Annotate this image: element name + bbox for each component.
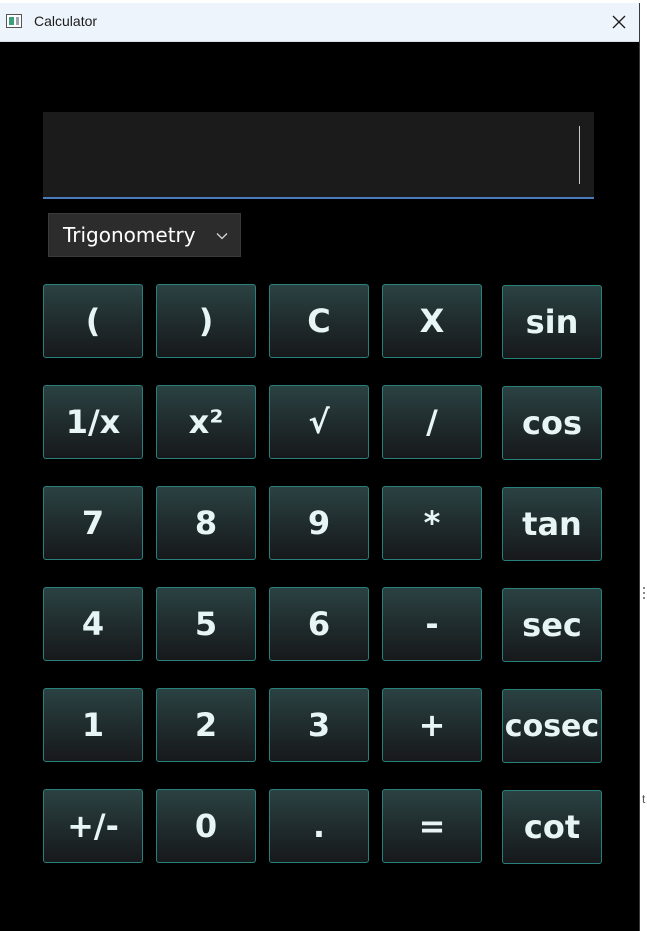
square-button[interactable]: x²	[156, 385, 256, 459]
sqrt-button[interactable]: √	[269, 385, 369, 459]
digit-6-button[interactable]: 6	[269, 587, 369, 661]
digit-7-button[interactable]: 7	[43, 486, 143, 560]
multiply-button[interactable]: *	[382, 486, 482, 560]
decimal-button[interactable]: .	[269, 789, 369, 863]
digit-4-button[interactable]: 4	[43, 587, 143, 661]
cos-button[interactable]: cos	[502, 386, 602, 460]
cot-button[interactable]: cot	[502, 790, 602, 864]
open-paren-button[interactable]: (	[43, 284, 143, 358]
tan-button[interactable]: tan	[502, 487, 602, 561]
text-caret	[579, 126, 580, 184]
display-input[interactable]	[43, 112, 594, 197]
reciprocal-button[interactable]: 1/x	[43, 385, 143, 459]
calculator-app-icon	[6, 14, 22, 28]
cosec-button[interactable]: cosec	[502, 689, 602, 763]
background-window-edge	[641, 587, 647, 601]
title-bar[interactable]: Calculator	[0, 3, 639, 42]
digit-0-button[interactable]: 0	[156, 789, 256, 863]
mode-dropdown[interactable]: Trigonometry	[48, 213, 241, 257]
calculator-window: Calculator Trigonometry () C Xsin 1/x x² √ / co…	[0, 3, 640, 931]
divide-button[interactable]: /	[382, 385, 482, 459]
add-button[interactable]: +	[382, 688, 482, 762]
mode-selected-label: Trigonometry	[63, 223, 196, 247]
equals-button[interactable]: =	[382, 789, 482, 863]
window-title: Calculator	[34, 13, 98, 29]
subtract-button[interactable]: -	[382, 587, 482, 661]
chevron-down-icon	[216, 233, 228, 240]
digit-8-button[interactable]: 8	[156, 486, 256, 560]
calculator-display[interactable]	[43, 112, 594, 199]
negate-button[interactable]: +/-	[43, 789, 143, 863]
digit-9-button[interactable]: 9	[269, 486, 369, 560]
background-window-text: t	[642, 792, 646, 806]
close-button[interactable]	[599, 3, 639, 41]
clear-button[interactable]: C	[269, 284, 369, 358]
digit-5-button[interactable]: 5	[156, 587, 256, 661]
sec-button[interactable]: sec	[502, 588, 602, 662]
delete-button[interactable]: X	[382, 284, 482, 358]
digit-3-button[interactable]: 3	[269, 688, 369, 762]
digit-1-button[interactable]: 1	[43, 688, 143, 762]
close-icon	[612, 15, 626, 29]
sin-button[interactable]: sin	[502, 285, 602, 359]
close-paren-button[interactable]: )	[156, 284, 256, 358]
digit-2-button[interactable]: 2	[156, 688, 256, 762]
